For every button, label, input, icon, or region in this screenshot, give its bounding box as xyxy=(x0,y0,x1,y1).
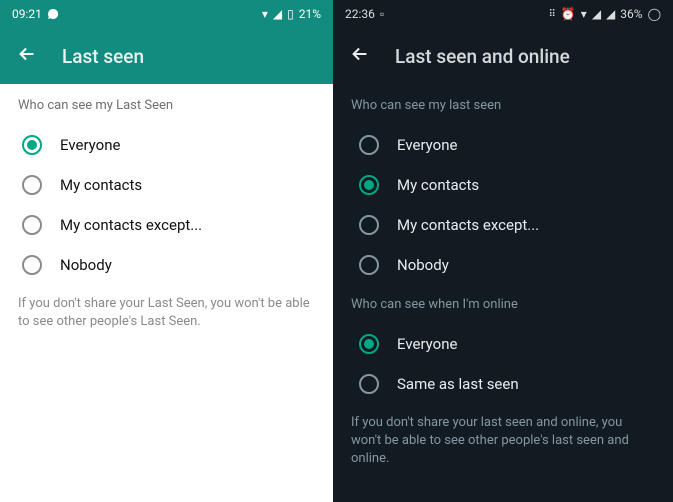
option-everyone[interactable]: Everyone xyxy=(18,125,315,165)
footer-note: If you don't share your Last Seen, you w… xyxy=(18,295,315,331)
option-my-contacts-except[interactable]: My contacts except... xyxy=(18,205,315,245)
option-label: Everyone xyxy=(397,335,457,353)
alarm-icon: ⏰ xyxy=(561,7,576,21)
radio-icon xyxy=(359,255,379,275)
page-title: Last seen xyxy=(62,45,144,68)
status-bar: 22:36 ▫ ⠿ ⏰ ▾ ◢ ◢ 36% ◯ xyxy=(333,0,673,28)
screenshot-right: 22:36 ▫ ⠿ ⏰ ▾ ◢ ◢ 36% ◯ Last seen and on… xyxy=(333,0,673,502)
option-nobody[interactable]: Nobody xyxy=(18,245,315,285)
option-label: Everyone xyxy=(60,136,120,154)
status-time: 09:21 xyxy=(12,7,42,21)
option-label: Everyone xyxy=(397,136,457,154)
option-label: Same as last seen xyxy=(397,375,519,393)
screenshot-left: 09:21 ▾ ◢ ▯ 21% Last seen Who can see my… xyxy=(0,0,333,502)
option-online-same-as-last-seen[interactable]: Same as last seen xyxy=(351,364,655,404)
signal-icon: ◢ xyxy=(592,7,601,21)
option-label: My contacts xyxy=(397,176,479,194)
radio-icon xyxy=(359,135,379,155)
radio-icon xyxy=(359,374,379,394)
battery-text: 36% xyxy=(620,7,642,21)
radio-icon xyxy=(359,175,379,195)
app-indicator-icon: ▫ xyxy=(380,7,384,21)
option-label: My contacts xyxy=(60,176,142,194)
option-my-contacts[interactable]: My contacts xyxy=(18,165,315,205)
radio-icon xyxy=(359,215,379,235)
status-bar: 09:21 ▾ ◢ ▯ 21% xyxy=(0,0,333,28)
option-my-contacts[interactable]: My contacts xyxy=(351,165,655,205)
radio-icon xyxy=(22,255,42,275)
content: Who can see my Last Seen Everyone My con… xyxy=(0,84,333,345)
status-time: 22:36 xyxy=(345,7,375,21)
battery-icon: ▯ xyxy=(287,7,294,21)
page-title: Last seen and online xyxy=(395,45,570,68)
option-label: Nobody xyxy=(397,256,449,274)
option-label: My contacts except... xyxy=(397,216,539,234)
signal-icon: ◢ xyxy=(273,7,282,21)
battery-icon: ◯ xyxy=(648,7,661,21)
option-label: Nobody xyxy=(60,256,112,274)
content: Who can see my last seen Everyone My con… xyxy=(333,84,673,483)
section-label: Who can see my Last Seen xyxy=(18,98,315,113)
wifi-icon: ▾ xyxy=(262,7,268,21)
radio-icon xyxy=(22,215,42,235)
option-my-contacts-except[interactable]: My contacts except... xyxy=(351,205,655,245)
wifi-icon: ▾ xyxy=(581,7,587,21)
radio-icon xyxy=(359,334,379,354)
radio-icon xyxy=(22,135,42,155)
footer-note: If you don't share your last seen and on… xyxy=(351,414,655,469)
signal-icon-2: ◢ xyxy=(606,7,615,21)
section-label-1: Who can see my last seen xyxy=(351,98,655,113)
battery-text: 21% xyxy=(299,7,321,21)
minor-icon: ⠿ xyxy=(549,9,556,20)
option-online-everyone[interactable]: Everyone xyxy=(351,324,655,364)
section-label-2: Who can see when I'm online xyxy=(351,297,655,312)
back-icon[interactable] xyxy=(349,43,371,69)
header: Last seen xyxy=(0,28,333,84)
option-nobody[interactable]: Nobody xyxy=(351,245,655,285)
whatsapp-icon xyxy=(47,8,59,20)
option-label: My contacts except... xyxy=(60,216,202,234)
radio-icon xyxy=(22,175,42,195)
back-icon[interactable] xyxy=(16,43,38,69)
option-everyone[interactable]: Everyone xyxy=(351,125,655,165)
header: Last seen and online xyxy=(333,28,673,84)
